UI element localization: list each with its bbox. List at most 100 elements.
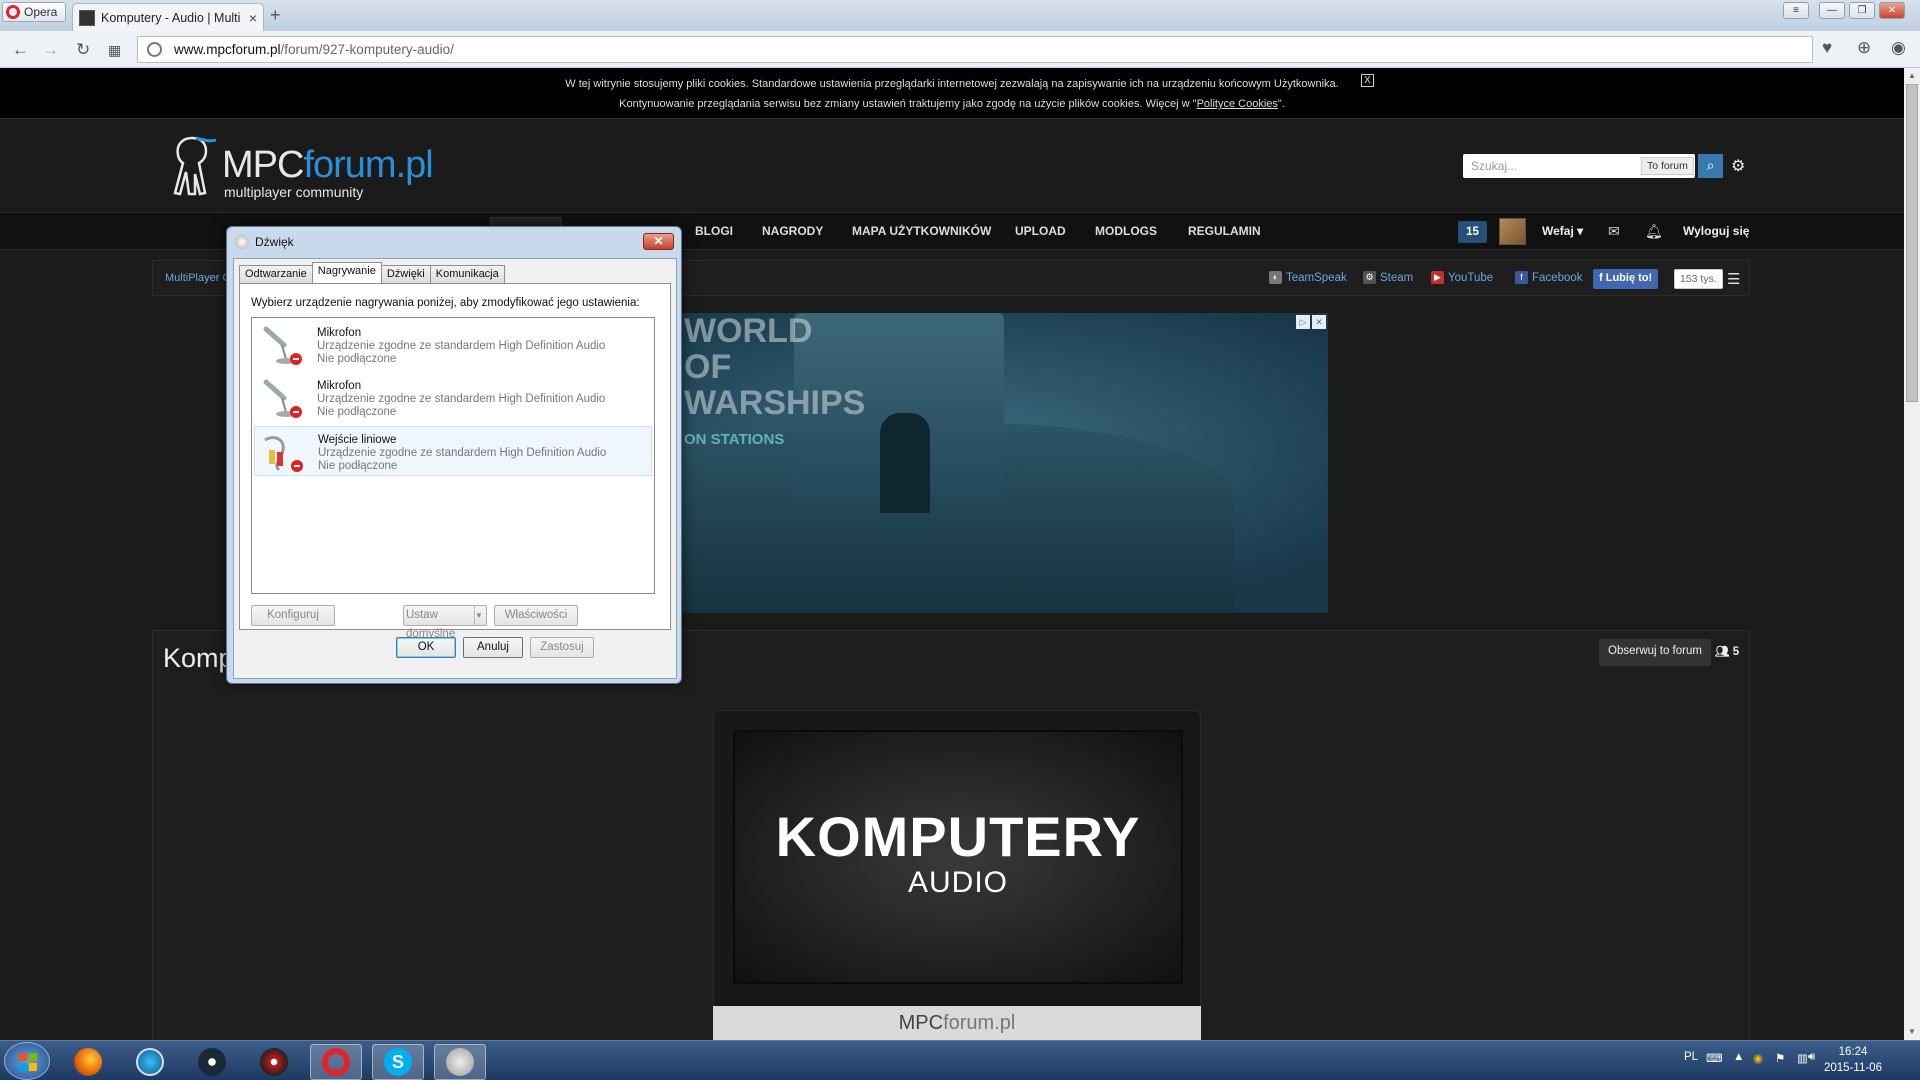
nav-item-regulamin[interactable]: REGULAMIN xyxy=(1188,213,1261,249)
banner-title: KOMPUTERY xyxy=(775,805,1141,868)
teamspeak-icon: ◐ xyxy=(1269,271,1282,284)
network-icon[interactable]: ▥ xyxy=(1797,1051,1808,1065)
youtube-icon: ▶ xyxy=(1431,271,1444,284)
forward-icon[interactable]: → xyxy=(42,40,59,60)
nav-item-mapa-uzytkownikow[interactable]: MAPA UŻYTKOWNIKÓW xyxy=(852,213,991,249)
cookie-line-2: Kontynuowanie przeglądania serwisu bez z… xyxy=(619,98,1285,110)
stash-heart-icon[interactable]: ♥ xyxy=(1822,38,1832,58)
cookie-policy-link[interactable]: Polityce Cookies xyxy=(1197,98,1278,110)
nav-item-modlogs[interactable]: MODLOGS xyxy=(1095,213,1157,249)
facebook-link[interactable]: f Facebook xyxy=(1515,271,1583,284)
sound-taskbar-button[interactable] xyxy=(434,1044,486,1080)
browser-toolbar: ← → ↻ ▦ www.mpcforum.pl /forum/927-kompu… xyxy=(0,31,1920,68)
list-view-icon[interactable]: ☰ xyxy=(1727,270,1740,288)
youtube-link[interactable]: ▶ YouTube xyxy=(1431,271,1493,284)
ok-button[interactable]: OK xyxy=(396,637,456,658)
facebook-like-button[interactable]: f Lubię to! xyxy=(1593,269,1659,289)
device-description: Urządzenie zgodne ze standardem High Def… xyxy=(317,393,606,418)
breadcrumb[interactable]: MultiPlayer C xyxy=(165,272,230,284)
follow-forum-button[interactable]: Obserwuj to forum xyxy=(1599,639,1711,666)
minimize-icon[interactable]: — xyxy=(1819,2,1845,19)
banner-subtitle: AUDIO xyxy=(907,866,1008,899)
tray-app-icon[interactable]: ◉ xyxy=(1753,1051,1763,1065)
avatar[interactable] xyxy=(1499,218,1526,245)
followers-count[interactable]: 👥︎ 5 xyxy=(1715,644,1739,658)
language-indicator[interactable]: PL xyxy=(1684,1051,1698,1063)
browser-tab[interactable]: Komputery - Audio | Multi × xyxy=(72,3,264,31)
ad-close-icon[interactable]: ✕ xyxy=(1312,315,1326,329)
tab-dzwieki[interactable]: Dźwięki xyxy=(380,265,431,283)
screen: Opera Komputery - Audio | Multi × + ≡ — … xyxy=(0,0,1920,1080)
cookie-close-button[interactable]: X xyxy=(1361,74,1374,87)
tab-nagrywanie[interactable]: Nagrywanie xyxy=(311,262,382,283)
tab-menu: ≡ xyxy=(1783,2,1809,19)
volume-icon[interactable]: 🔊︎ xyxy=(1808,1051,1815,1064)
adchoices-icon[interactable]: ▷ xyxy=(1296,315,1310,329)
back-icon[interactable]: ← xyxy=(12,40,29,60)
favicon-icon xyxy=(79,9,95,26)
microphone-icon xyxy=(263,379,302,418)
opera-menu-button[interactable]: Opera xyxy=(2,2,66,22)
dialog-close-button[interactable]: ✕ xyxy=(643,233,674,250)
steam-icon: ⚙ xyxy=(1363,271,1376,284)
site-info-icon[interactable] xyxy=(147,42,162,57)
start-button[interactable] xyxy=(4,1042,50,1080)
user-menu[interactable]: Wefaj ▾ xyxy=(1542,213,1583,249)
scroll-up-icon[interactable]: ▲ xyxy=(1904,68,1920,84)
keyboard-icon[interactable]: ⌨ xyxy=(1706,1051,1723,1065)
tab-odtwarzanie[interactable]: Odtwarzanie xyxy=(239,265,313,283)
restore-icon[interactable]: ❐ xyxy=(1849,2,1875,19)
search-scope-selector[interactable]: To forum xyxy=(1641,157,1694,175)
teamspeak-link[interactable]: ◐ TeamSpeak xyxy=(1269,271,1347,284)
site-logo[interactable]: MPCforum.pl multiplayer community xyxy=(166,134,446,204)
reload-icon[interactable]: ↻ xyxy=(76,40,90,60)
list-item[interactable]: Mikrofon Urządzenie zgodne ze standardem… xyxy=(254,320,652,370)
facebook-like-icon: f xyxy=(1599,272,1606,284)
scroll-down-icon[interactable]: ▼ xyxy=(1904,1024,1920,1040)
tab-list-icon[interactable]: ≡ xyxy=(1783,2,1809,19)
search-button[interactable]: ⌕ xyxy=(1698,154,1723,178)
logo-text: MPCforum.pl xyxy=(222,144,434,186)
new-tab-button[interactable]: + xyxy=(270,5,281,26)
bell-icon[interactable]: 🔔︎ xyxy=(1645,213,1663,249)
steam-taskbar-button[interactable] xyxy=(186,1044,238,1080)
apply-button[interactable]: Zastosuj xyxy=(530,637,594,658)
list-item[interactable]: Wejście liniowe Urządzenie zgodne ze sta… xyxy=(254,426,652,476)
nav-item-blogi[interactable]: BLOGI xyxy=(695,213,733,249)
skype-taskbar-button[interactable]: S xyxy=(372,1044,424,1080)
show-hidden-icons-icon[interactable]: ▲ xyxy=(1733,1051,1744,1063)
app-taskbar-button[interactable] xyxy=(124,1044,176,1080)
account-icon[interactable]: ◉ xyxy=(1891,38,1906,58)
firefox-icon xyxy=(74,1048,102,1076)
users-icon: 👥︎ xyxy=(1715,646,1733,658)
logout-link[interactable]: Wyloguj się xyxy=(1683,213,1749,249)
nav-item-nagrody[interactable]: NAGRODY xyxy=(762,213,823,249)
speed-dial-icon[interactable]: ▦ xyxy=(108,42,121,59)
action-center-icon[interactable]: ⚑ xyxy=(1775,1051,1785,1065)
system-clock[interactable]: 16:24 2015-11-06 xyxy=(1824,1044,1882,1076)
chevron-down-icon[interactable]: ▼ xyxy=(474,606,486,625)
firefox-taskbar-button[interactable] xyxy=(62,1044,114,1080)
steam-link[interactable]: ⚙ Steam xyxy=(1363,271,1413,284)
game-taskbar-button[interactable] xyxy=(248,1044,300,1080)
microphone-icon xyxy=(263,326,302,365)
properties-button[interactable]: Właściwości xyxy=(494,605,578,626)
opera-taskbar-button[interactable] xyxy=(310,1044,362,1080)
recording-device-list[interactable]: Mikrofon Urządzenie zgodne ze standardem… xyxy=(251,317,655,594)
cancel-button[interactable]: Anuluj xyxy=(463,637,523,658)
tab-close-icon[interactable]: × xyxy=(249,10,257,26)
nav-item-upload[interactable]: UPLOAD xyxy=(1015,213,1066,249)
notification-count-badge[interactable]: 15 xyxy=(1458,221,1487,243)
page-scrollbar[interactable]: ▲ ▼ xyxy=(1904,68,1920,1040)
address-bar[interactable]: www.mpcforum.pl /forum/927-komputery-aud… xyxy=(137,36,1813,63)
list-item[interactable]: Mikrofon Urządzenie zgodne ze standardem… xyxy=(254,373,652,423)
messages-icon[interactable]: ✉ xyxy=(1608,213,1620,249)
tab-komunikacja[interactable]: Komunikacja xyxy=(429,265,505,283)
close-window-icon[interactable]: ✕ xyxy=(1879,2,1905,19)
scroll-thumb[interactable] xyxy=(1906,84,1918,402)
set-default-button[interactable]: Ustaw domyślne ▼ xyxy=(403,605,487,640)
configure-button[interactable]: Konfiguruj xyxy=(251,605,335,626)
ad-choices: ▷ ✕ xyxy=(1296,315,1326,329)
gear-icon[interactable]: ⚙ xyxy=(1731,156,1745,176)
downloads-icon[interactable]: ⊕ xyxy=(1857,38,1871,58)
